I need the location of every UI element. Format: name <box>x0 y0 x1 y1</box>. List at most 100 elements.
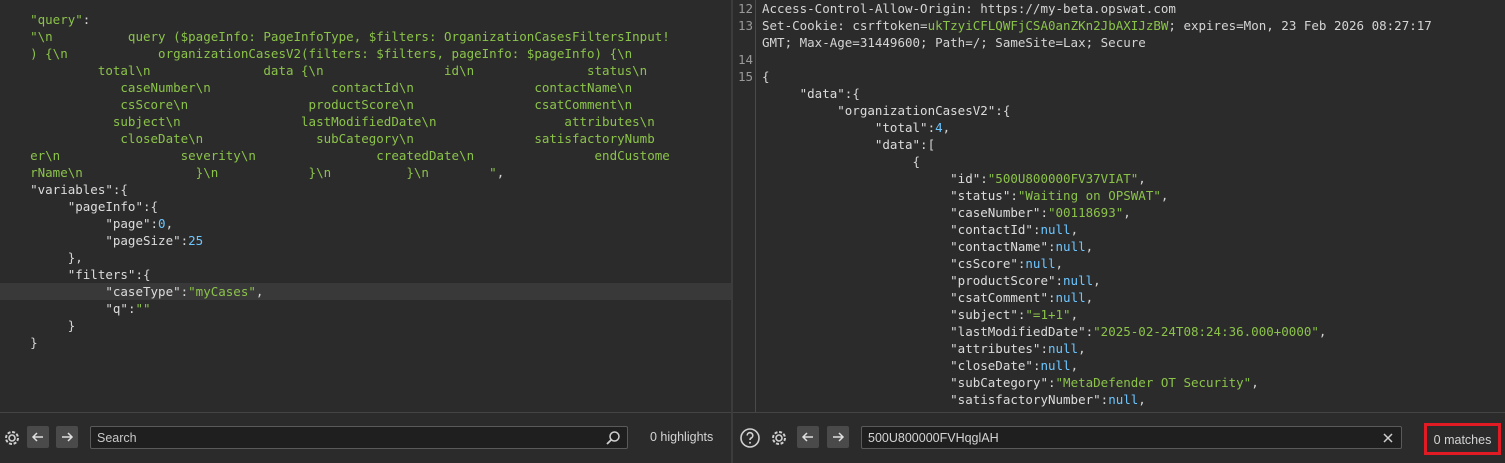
code-line: "satisfactoryNumber":null, <box>762 391 1505 408</box>
code-line: "csScore":null, <box>762 255 1505 272</box>
code-token: "caseType" <box>0 284 181 299</box>
code-token: "00118693" <box>1047 205 1124 220</box>
code-line: "caseType":"myCases", <box>0 283 731 300</box>
code-token: :{ <box>995 103 1011 118</box>
code-token: , <box>1123 205 1131 220</box>
code-token: null <box>1040 358 1071 373</box>
code-line: "query": <box>0 11 731 28</box>
code-token: ) {\n organizationCasesV2(filters: $filt… <box>0 46 633 61</box>
code-token: "status" <box>762 188 1011 203</box>
code-token: : <box>927 120 936 135</box>
response-search-bar: 0 matches <box>733 412 1505 463</box>
response-search-field[interactable] <box>861 426 1402 449</box>
code-line: }, <box>0 249 731 266</box>
code-token: "filters" <box>0 267 136 282</box>
line-number <box>733 170 753 187</box>
code-line: "organizationCasesV2":{ <box>762 102 1505 119</box>
code-token: subject\n lastModifiedDate\n attributes\… <box>0 114 655 129</box>
code-token: closeDate\n subCategory\n satisfactoryNu… <box>0 131 655 146</box>
code-token: GMT; Max-Age=31449600; Path=/; SameSite=… <box>762 35 1146 50</box>
request-body-editor[interactable]: "query": "\n query ($pageInfo: PageInfoT… <box>0 0 731 412</box>
question-icon[interactable] <box>738 426 762 450</box>
gear-icon[interactable] <box>0 426 24 450</box>
next-match-button[interactable] <box>827 426 849 448</box>
code-token: "pageInfo" <box>0 199 143 214</box>
code-line: Access-Control-Allow-Origin: https://my-… <box>762 0 1505 17</box>
code-line: csScore\n productScore\n csatComment\n <box>0 96 731 113</box>
code-token: : <box>1010 188 1018 203</box>
code-token: :{ <box>844 86 860 101</box>
code-token: "contactId" <box>762 222 1033 237</box>
code-line: Set-Cookie: csrftoken=ukTzyiCFLQWFjCSA0a… <box>762 17 1505 34</box>
code-token: :{ <box>112 182 128 197</box>
line-number <box>733 85 753 102</box>
code-line: closeDate\n subCategory\n satisfactoryNu… <box>0 130 731 147</box>
arrow-right-icon <box>833 432 845 442</box>
code-token: "total" <box>762 120 928 135</box>
line-number-gutter: 12 13 14 15 <box>733 0 756 412</box>
code-token: :{ <box>135 267 151 282</box>
code-token: : <box>1085 324 1094 339</box>
code-token: , <box>1160 188 1169 203</box>
code-token: "data" <box>762 137 921 152</box>
code-token: "variables" <box>0 182 113 197</box>
code-line: "data":[ <box>762 136 1505 153</box>
matches-count: 0 matches <box>1433 433 1492 447</box>
code-line: total\n data {\n id\n status\n <box>0 62 731 79</box>
code-token: "Waiting on OPSWAT" <box>1017 188 1161 203</box>
code-token: , <box>1070 358 1079 373</box>
line-number <box>733 153 753 170</box>
code-token: , <box>1085 239 1094 254</box>
request-search-input[interactable] <box>97 429 597 446</box>
code-token: , <box>1070 222 1079 237</box>
previous-match-button[interactable] <box>27 426 49 448</box>
line-number <box>733 357 753 374</box>
code-line: "page":0, <box>0 215 731 232</box>
code-token: : <box>980 171 988 186</box>
line-number: 13 <box>737 18 753 33</box>
code-token: "id" <box>762 171 981 186</box>
code-token: caseNumber\n contactId\n contactName\n <box>0 80 633 95</box>
code-token: er\n severity\n createdDate\n endCustome <box>0 148 670 163</box>
previous-match-button[interactable] <box>797 426 819 448</box>
code-token: = <box>920 18 928 33</box>
line-number: 12 <box>737 1 753 16</box>
code-token: , <box>1138 392 1146 407</box>
code-token: : <box>1055 273 1064 288</box>
code-line: "subCategory":"MetaDefender OT Security"… <box>762 374 1505 391</box>
request-pane: "query": "\n query ($pageInfo: PageInfoT… <box>0 0 731 463</box>
gear-icon[interactable] <box>767 426 791 450</box>
code-line: } <box>0 334 731 351</box>
code-token: , <box>1251 375 1259 390</box>
code-token: : <box>82 12 91 27</box>
code-token: null <box>1047 341 1079 356</box>
code-token: "subCategory" <box>762 375 1048 390</box>
code-token: { <box>762 154 921 169</box>
code-token: : <box>1047 290 1056 305</box>
code-token: "csScore" <box>762 256 1018 271</box>
close-icon[interactable] <box>1382 432 1394 444</box>
code-line: "contactName":null, <box>762 238 1505 255</box>
code-token: : <box>1047 239 1056 254</box>
code-token: null <box>1055 239 1086 254</box>
code-token: null <box>1063 273 1094 288</box>
code-token: "organizationCasesV2" <box>762 103 996 118</box>
next-match-button[interactable] <box>56 426 78 448</box>
code-line: "csatComment":null, <box>762 289 1505 306</box>
code-token: ; expires=Mon, 23 Feb 2026 08:27:17 <box>1168 18 1432 33</box>
code-token: "productScore" <box>762 273 1056 288</box>
code-line: "closeDate":null, <box>762 357 1505 374</box>
response-search-input[interactable] <box>868 429 1371 446</box>
code-line: rName\n }\n }\n }\n ", <box>0 164 731 181</box>
code-token: "closeDate" <box>762 358 1033 373</box>
request-search-field[interactable] <box>90 426 628 449</box>
code-token: }, <box>0 250 83 265</box>
code-token: Set-Cookie: <box>762 18 853 33</box>
line-number <box>733 289 753 306</box>
response-body-editor[interactable]: Access-Control-Allow-Origin: https://my-… <box>762 0 1505 412</box>
code-line: caseNumber\n contactId\n contactName\n <box>0 79 731 96</box>
magnifier-icon[interactable] <box>605 430 621 446</box>
code-token: } <box>0 318 76 333</box>
code-line: "caseNumber":"00118693", <box>762 204 1505 221</box>
code-line: GMT; Max-Age=31449600; Path=/; SameSite=… <box>762 34 1505 51</box>
